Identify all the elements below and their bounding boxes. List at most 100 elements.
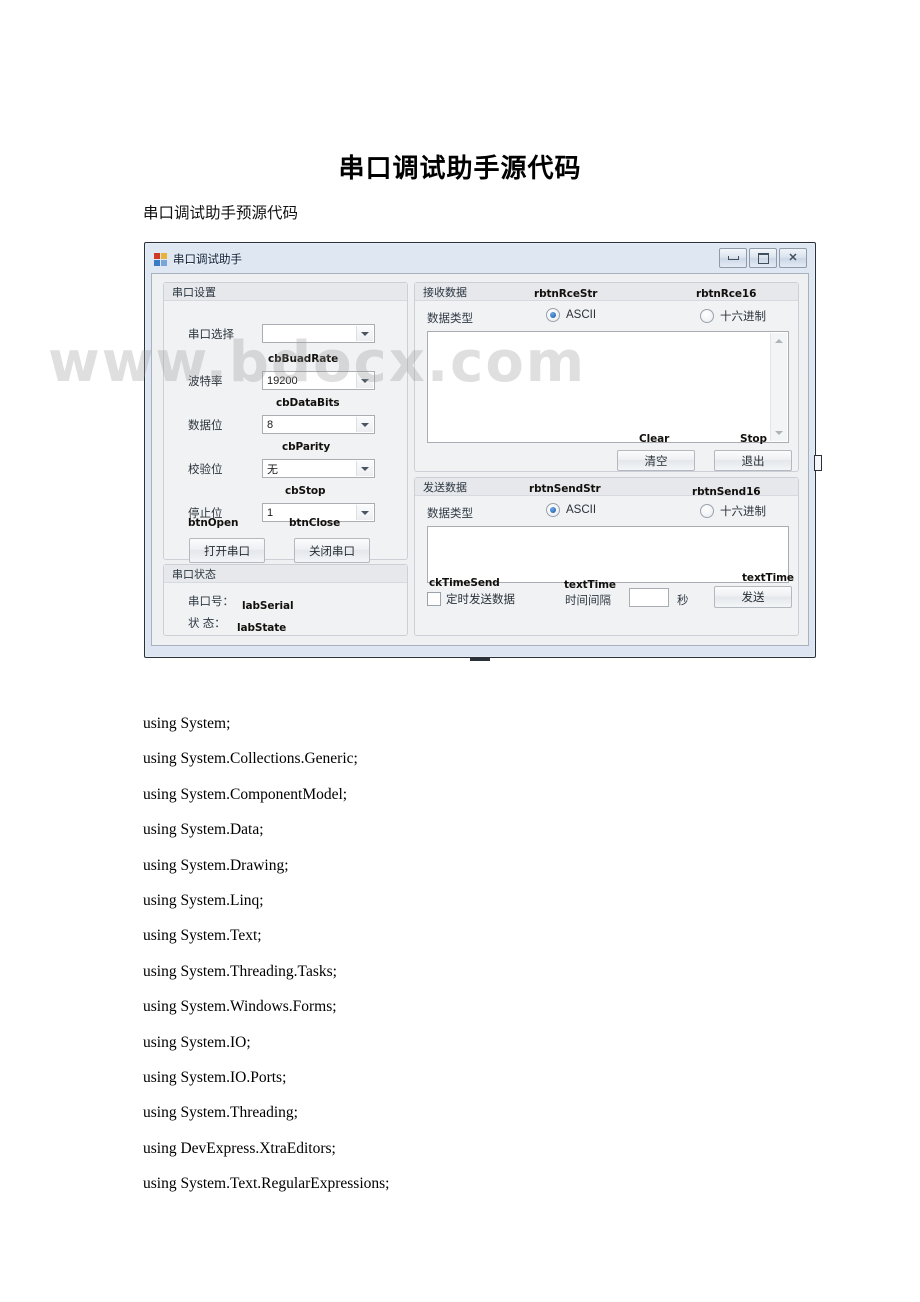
serial-settings-header: 串口设置 (164, 283, 407, 301)
annotation-cbstop: cbStop (285, 485, 326, 497)
code-line: using System.Text.RegularExpressions; (143, 1175, 390, 1193)
annotation-rbtnsend16: rbtnSend16 (692, 486, 761, 498)
send-textarea[interactable] (427, 526, 789, 583)
annotation-texttime-send: textTime (742, 572, 794, 584)
combo-databits[interactable]: 8 (262, 415, 375, 434)
chevron-down-icon (361, 466, 369, 471)
send-radio-hex-label: 十六进制 (720, 506, 766, 518)
send-radio-ascii[interactable]: ASCII (546, 503, 596, 517)
window-bottom-handle (470, 657, 490, 661)
annotation-rbtnsendstr: rbtnSendStr (529, 483, 601, 495)
receive-radio-ascii-label: ASCII (566, 309, 597, 321)
window-client-area: 串口设置 串口选择 波特率 19200 数据位 8 校验位 无 停止位 1 打开… (151, 273, 809, 646)
field-row-baudrate: 波特率 19200 (188, 371, 375, 390)
close-port-button[interactable]: 关闭串口 (294, 538, 370, 563)
field-row-port-select: 串口选择 (188, 324, 375, 343)
scroll-down-icon[interactable] (771, 425, 787, 441)
radio-dot-icon (546, 308, 560, 322)
radio-dot-icon (700, 309, 714, 323)
serial-settings-title: 串口设置 (172, 286, 216, 299)
send-button[interactable]: 发送 (714, 586, 792, 608)
send-button-label: 发送 (741, 592, 765, 604)
window-title: 串口调试助手 (173, 254, 242, 266)
code-line: using System.ComponentModel; (143, 785, 348, 803)
label-port-number-text: 串口号： (188, 596, 234, 608)
window-titlebar: 串口调试助手 ✕ (151, 248, 809, 269)
send-radio-ascii-label: ASCII (566, 504, 597, 516)
chevron-down-icon (361, 422, 369, 427)
code-line: using System; (143, 715, 231, 732)
receive-textarea[interactable] (427, 331, 789, 443)
close-button[interactable]: ✕ (779, 248, 807, 268)
app-icon (154, 252, 167, 266)
receive-radio-hex[interactable]: 十六进制 (700, 308, 766, 324)
radio-dot-icon (700, 504, 714, 518)
timed-send-checkbox[interactable]: 定时发送数据 (427, 591, 515, 607)
code-line: using System.IO; (143, 1033, 251, 1051)
annotation-texttime-interval: textTime (564, 579, 616, 591)
code-line: using System.Text; (143, 927, 262, 945)
interval-label: 时间间隔 (565, 595, 611, 607)
annotation-cbparity: cbParity (282, 441, 331, 453)
close-icon: ✕ (788, 251, 798, 264)
code-line: using System.Drawing; (143, 856, 289, 874)
window-controls: ✕ (719, 248, 807, 268)
annotation-labstate: labState (237, 622, 287, 634)
interval-input[interactable] (629, 588, 669, 607)
annotation-rbtnrcestr: rbtnRceStr (534, 288, 598, 300)
minimize-button[interactable] (719, 248, 747, 268)
checkbox-box-icon (427, 592, 441, 606)
clear-button-label: 清空 (644, 455, 668, 468)
timed-send-checkbox-label: 定时发送数据 (446, 594, 515, 606)
annotation-cktimesend: ckTimeSend (429, 577, 500, 589)
send-data-group: 发送数据 数据类型 ASCII 十六进制 定时发送数据 时间间隔 秒 发送 (414, 477, 799, 636)
receive-radio-hex-label: 十六进制 (720, 311, 766, 323)
page-title: 串口调试助手源代码 (338, 154, 582, 183)
receive-datatype-label: 数据类型 (427, 313, 473, 325)
label-baudrate: 波特率 (188, 375, 223, 388)
scroll-up-icon[interactable] (771, 333, 787, 349)
combo-baudrate-value: 19200 (267, 374, 298, 387)
label-port-state-text: 状 态： (188, 618, 226, 630)
combo-baudrate[interactable]: 19200 (262, 371, 375, 390)
chevron-down-icon (361, 510, 369, 515)
open-port-button[interactable]: 打开串口 (189, 538, 265, 563)
window-resize-handle[interactable] (814, 455, 822, 471)
label-databits: 数据位 (188, 419, 223, 432)
annotation-labserial: labSerial (242, 600, 294, 612)
serial-status-header: 串口状态 (164, 565, 407, 583)
combo-parity[interactable]: 无 (262, 459, 375, 478)
seconds-label: 秒 (677, 595, 689, 607)
receive-data-title: 接收数据 (423, 286, 467, 299)
annotation-rbtnrce16: rbtnRce16 (696, 288, 757, 300)
combo-databits-value: 8 (267, 418, 274, 431)
code-line: using System.Data; (143, 821, 264, 839)
close-port-button-label: 关闭串口 (309, 545, 355, 558)
code-listing: using System; using System.Collections.G… (143, 706, 743, 1202)
code-line: using System.IO.Ports; (143, 1069, 287, 1087)
chevron-down-icon (361, 378, 369, 383)
send-data-title: 发送数据 (423, 481, 467, 494)
exit-button-label: 退出 (741, 455, 765, 468)
label-port-select: 串口选择 (188, 328, 234, 341)
annotation-cbbuadrate: cbBuadRate (268, 353, 339, 365)
annotation-cbdatabits: cbDataBits (276, 397, 340, 409)
combo-port-select[interactable] (262, 324, 375, 343)
maximize-icon (757, 252, 769, 264)
maximize-button[interactable] (749, 248, 777, 268)
code-line: using System.Windows.Forms; (143, 998, 337, 1016)
send-datatype-label: 数据类型 (427, 508, 473, 520)
code-line: using System.Linq; (143, 892, 264, 910)
annotation-clear: Clear (639, 433, 670, 445)
send-radio-hex[interactable]: 十六进制 (700, 503, 766, 519)
clear-button[interactable]: 清空 (617, 450, 695, 471)
receive-scrollbar[interactable] (770, 333, 787, 441)
open-port-button-label: 打开串口 (204, 545, 250, 558)
code-line: using System.Threading.Tasks; (143, 962, 337, 980)
combo-stopbits-value: 1 (267, 506, 274, 519)
exit-button[interactable]: 退出 (714, 450, 792, 471)
receive-radio-ascii[interactable]: ASCII (546, 308, 596, 322)
code-line: using System.Collections.Generic; (143, 750, 358, 768)
annotation-btnclose: btnClose (289, 517, 341, 529)
code-line: using DevExpress.XtraEditors; (143, 1139, 336, 1157)
